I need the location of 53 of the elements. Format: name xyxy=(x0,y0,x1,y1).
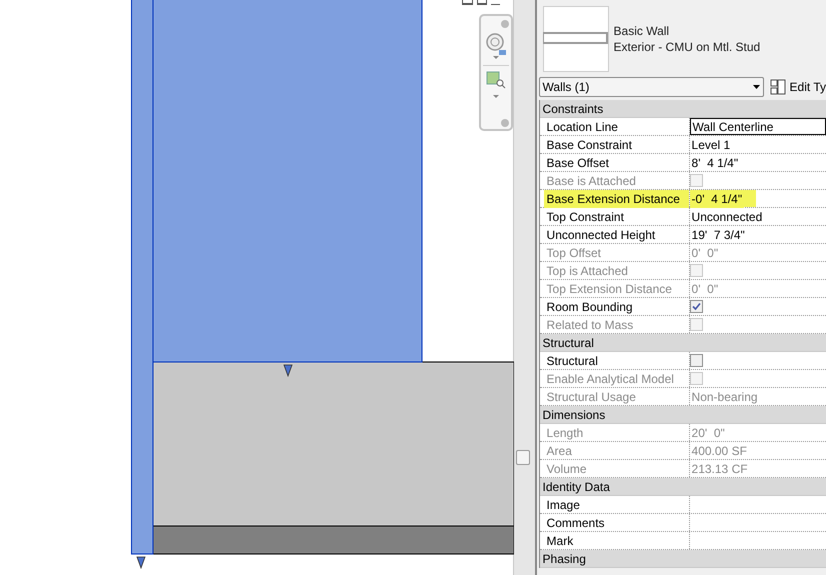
property-name: Base is Attached xyxy=(546,172,637,190)
property-value: 8' 4 1/4" xyxy=(690,154,740,172)
maximize-icon[interactable] xyxy=(477,0,487,5)
property-value: 213.13 CF xyxy=(690,460,749,478)
group-header[interactable]: Phasing xyxy=(540,550,826,568)
restore-icon[interactable] xyxy=(462,0,473,5)
property-value: Non-bearing xyxy=(690,388,759,406)
edit-type-button[interactable]: Edit Ty xyxy=(768,78,826,96)
property-value: 19' 7 3/4" xyxy=(690,226,746,244)
checkbox[interactable] xyxy=(690,300,703,313)
group-header[interactable]: Structural xyxy=(540,334,826,352)
value-field[interactable]: Wall Centerline xyxy=(690,118,826,135)
property-name: Mark xyxy=(546,532,574,550)
property-name: Top is Attached xyxy=(546,262,629,280)
property-value: 400.00 SF xyxy=(690,442,748,460)
property-name: Comments xyxy=(546,514,606,532)
steering-wheel-icon[interactable] xyxy=(485,32,507,56)
type-name: Exterior - CMU on Mtl. Stud xyxy=(614,39,760,55)
property-name: Base Constraint xyxy=(546,136,633,154)
property-name: Structural Usage xyxy=(546,388,637,406)
property-value: Unconnected xyxy=(690,208,764,226)
property-name: Top Constraint xyxy=(546,208,625,226)
property-name: Related to Mass xyxy=(546,316,634,334)
caret-icon xyxy=(752,85,760,89)
instance-dropdown[interactable]: Walls (1) xyxy=(538,77,764,97)
property-name: Base Extension Distance xyxy=(544,190,689,208)
property-name: Room Bounding xyxy=(546,298,634,316)
property-name: Base Offset xyxy=(546,154,610,172)
property-name: Area xyxy=(546,442,573,460)
group-header[interactable]: Identity Data xyxy=(540,478,826,496)
caret-icon[interactable] xyxy=(493,95,499,99)
property-value: 20' 0" xyxy=(690,424,726,442)
zoom-region-icon[interactable] xyxy=(486,71,506,89)
caret-icon[interactable] xyxy=(493,56,499,60)
property-value: Level 1 xyxy=(690,136,732,154)
edit-type-icon xyxy=(770,79,786,95)
checkbox[interactable] xyxy=(690,354,703,367)
group-header[interactable]: Dimensions xyxy=(540,406,826,424)
property-name: Top Offset xyxy=(546,244,602,262)
property-value: 0' 0" xyxy=(690,280,720,298)
property-value: 0' 0" xyxy=(690,244,720,262)
property-name: Length xyxy=(546,424,584,442)
family-name: Basic Wall xyxy=(614,23,670,39)
property-name: Enable Analytical Model xyxy=(546,370,675,388)
checkmark-icon xyxy=(692,302,701,311)
property-name: Image xyxy=(546,496,581,514)
property-name: Location Line xyxy=(546,118,619,136)
property-name: Unconnected Height xyxy=(546,226,656,244)
scroll-thumb[interactable] xyxy=(516,450,530,465)
property-name: Volume xyxy=(546,460,588,478)
property-name: Structural xyxy=(546,352,599,370)
property-name: Top Extension Distance xyxy=(546,280,673,298)
group-header[interactable]: Constraints xyxy=(540,100,826,118)
